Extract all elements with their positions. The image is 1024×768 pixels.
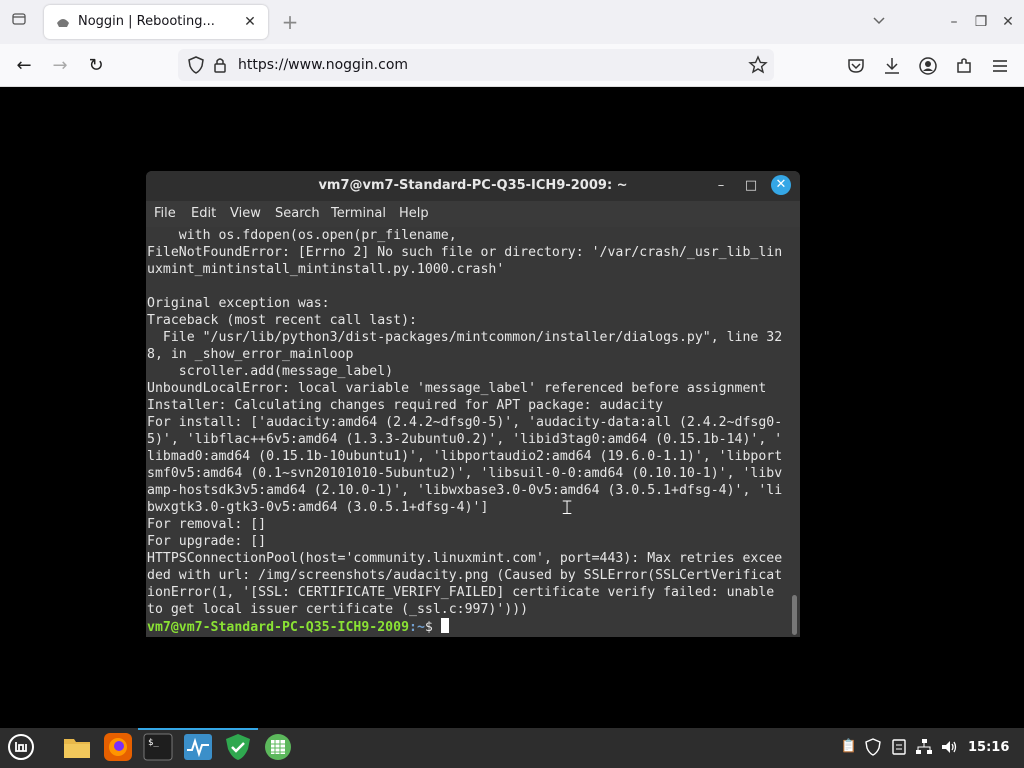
terminal-title: vm7@vm7-Standard-PC-Q35-ICH9-2009: ~ [318, 178, 628, 193]
output-line: 5)', 'libflac++6v5:amd64 (1.3.3-2ubuntu0… [147, 432, 783, 447]
output-line: amp-hostsdk3v5:amd64 (2.10.0-1)', 'libwx… [147, 483, 783, 498]
output-line: libmad0:amd64 (0.15.1b-10ubuntu1)', 'lib… [147, 449, 783, 464]
minimize-icon[interactable]: – [711, 176, 731, 196]
terminal-text: with os.fdopen(os.open(pr_filename, File… [147, 227, 782, 636]
output-line: For upgrade: [] [147, 534, 267, 549]
close-icon[interactable]: ✕ [771, 175, 791, 195]
back-icon[interactable]: ← [12, 54, 36, 78]
output-line: ded with url: /img/screenshots/audacity.… [147, 568, 783, 583]
browser-tab-bar: Noggin | Rebooting... ✕ + – ❐ ✕ [0, 0, 1024, 44]
close-icon[interactable]: ✕ [998, 12, 1018, 32]
mint-menu-icon[interactable] [6, 732, 36, 762]
close-icon[interactable]: ✕ [240, 12, 260, 32]
terminal-window: vm7@vm7-Standard-PC-Q35-ICH9-2009: ~ – □… [146, 171, 800, 637]
output-line: FileNotFoundError: [Errno 2] No such fil… [147, 245, 783, 260]
output-line: scroller.add(message_label) [147, 364, 394, 379]
system-monitor-icon[interactable] [183, 732, 213, 762]
svg-text:$_: $_ [148, 738, 159, 748]
lock-icon[interactable] [210, 55, 230, 75]
menu-search[interactable]: Search [275, 206, 320, 221]
firefox-icon[interactable] [103, 732, 133, 762]
output-line: to get local issuer certificate (_ssl.c:… [147, 602, 529, 617]
terminal-icon[interactable]: $_ [143, 732, 173, 762]
forward-icon[interactable]: → [48, 54, 72, 78]
active-indicator [138, 728, 178, 730]
url-bar[interactable]: https://www.noggin.com [178, 49, 774, 81]
tab-list-icon[interactable] [8, 11, 30, 33]
pocket-icon[interactable] [845, 55, 867, 77]
active-indicator [178, 728, 218, 730]
output-line: File "/usr/lib/python3/dist-packages/min… [147, 330, 783, 345]
chevron-down-icon[interactable] [872, 12, 888, 32]
browser-tab[interactable]: Noggin | Rebooting... ✕ [44, 5, 268, 39]
plus-icon[interactable]: + [280, 11, 300, 33]
output-line: 8, in _show_error_mainloop [147, 347, 354, 362]
terminal-scrollbar[interactable] [790, 227, 800, 637]
download-icon[interactable] [881, 55, 903, 77]
favicon [57, 19, 69, 27]
menu-icon[interactable] [989, 55, 1011, 77]
prompt-symbol: $ [424, 620, 441, 635]
output-line: For removal: [] [147, 517, 267, 532]
shield-tray-icon[interactable] [864, 738, 882, 756]
update-manager-icon[interactable] [890, 738, 908, 756]
output-line: Original exception was: [147, 296, 330, 311]
url-text: https://www.noggin.com [238, 57, 409, 73]
clock[interactable]: 15:16 [968, 740, 1009, 755]
folder-icon[interactable] [62, 732, 92, 762]
output-line: Installer: Calculating changes required … [147, 398, 664, 413]
output-line: HTTPSConnectionPool(host='community.linu… [147, 551, 783, 566]
ibeam-cursor-icon: 𝙸 [560, 495, 575, 519]
minimize-icon[interactable]: – [944, 12, 964, 32]
menu-terminal[interactable]: Terminal [331, 206, 386, 221]
menu-view[interactable]: View [230, 206, 261, 221]
output-line: For install: ['audacity:amd64 (2.4.2~dfs… [147, 415, 783, 430]
menu-edit[interactable]: Edit [191, 206, 216, 221]
scrollbar-thumb[interactable] [792, 595, 797, 635]
menu-help[interactable]: Help [399, 206, 429, 221]
volume-icon[interactable] [940, 738, 958, 756]
tab-title: Noggin | Rebooting... [78, 14, 215, 29]
output-line: uxmint_mintinstall_mintinstall.py.1000.c… [147, 262, 505, 277]
account-icon[interactable] [917, 55, 939, 77]
output-line: Traceback (most recent call last): [147, 313, 417, 328]
restore-icon[interactable]: ❐ [971, 12, 991, 32]
output-line: UnboundLocalError: local variable 'messa… [147, 381, 767, 396]
output-line: ionError(1, '[SSL: CERTIFICATE_VERIFY_FA… [147, 585, 775, 600]
terminal-titlebar[interactable]: vm7@vm7-Standard-PC-Q35-ICH9-2009: ~ – □… [146, 171, 800, 201]
spreadsheet-icon[interactable] [263, 732, 293, 762]
prompt-path: :~ [409, 620, 425, 635]
clipboard-icon[interactable]: 📋 [840, 738, 858, 756]
shield-icon[interactable] [186, 55, 206, 75]
network-icon[interactable] [915, 738, 933, 756]
output-line: bwxgtk3.0-gtk3-0v5:amd64 (3.0.5.1+dfsg-4… [147, 500, 489, 515]
output-line: smf0v5:amd64 (0.1~svn20101010-5ubuntu2)'… [147, 466, 783, 481]
menu-file[interactable]: File [154, 206, 176, 221]
star-icon[interactable] [748, 55, 768, 75]
browser-nav-bar: ← → ↻ https://www.noggin.com [0, 44, 1024, 87]
taskbar: $_ 📋 15:16 [0, 728, 1024, 768]
output-line: with os.fdopen(os.open(pr_filename, [147, 228, 457, 243]
reload-icon[interactable]: ↻ [84, 54, 108, 78]
text-cursor [440, 618, 449, 633]
shield-app-icon[interactable] [223, 732, 253, 762]
active-indicator [218, 728, 258, 730]
terminal-output[interactable]: with os.fdopen(os.open(pr_filename, File… [146, 227, 790, 637]
maximize-icon[interactable]: □ [741, 176, 761, 196]
prompt-user: vm7@vm7-Standard-PC-Q35-ICH9-2009 [147, 620, 410, 635]
extensions-icon[interactable] [953, 55, 975, 77]
terminal-menubar: File Edit View Search Terminal Help [146, 201, 800, 225]
